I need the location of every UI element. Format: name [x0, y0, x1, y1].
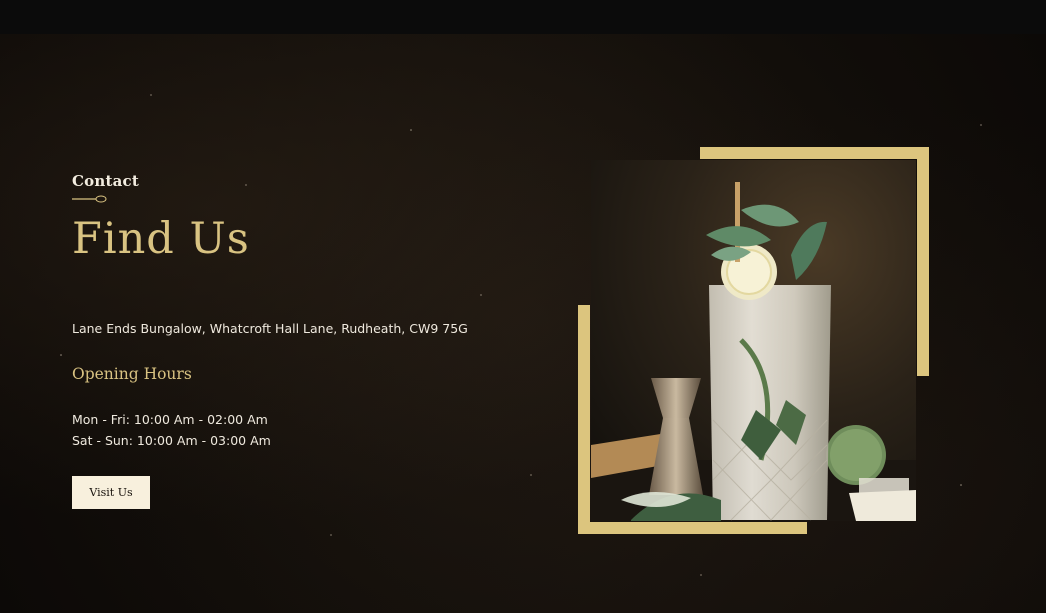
section-eyebrow: Contact: [72, 172, 139, 190]
address-text: Lane Ends Bungalow, Whatcroft Hall Lane,…: [72, 321, 468, 336]
ornament-divider-icon: [72, 195, 107, 203]
contact-section: Contact Find Us Lane Ends Bungalow, What…: [0, 34, 1046, 613]
dust-speck: [330, 534, 332, 536]
dust-speck: [245, 184, 247, 186]
page-title: Find Us: [72, 214, 250, 264]
hours-weekdays: Mon - Fri: 10:00 Am - 02:00 Am: [72, 412, 268, 427]
dust-speck: [150, 94, 152, 96]
dust-speck: [700, 574, 702, 576]
cocktail-illustration: [591, 160, 916, 521]
visit-us-button[interactable]: Visit Us: [72, 476, 150, 509]
dust-speck: [960, 484, 962, 486]
top-bar: [0, 0, 1046, 34]
hours-weekends: Sat - Sun: 10:00 Am - 03:00 Am: [72, 433, 271, 448]
dust-speck: [60, 354, 62, 356]
dust-speck: [480, 294, 482, 296]
dust-speck: [410, 129, 412, 131]
dust-speck: [530, 474, 532, 476]
cocktail-photo: [591, 160, 916, 521]
dust-speck: [980, 124, 982, 126]
opening-hours-heading: Opening Hours: [72, 365, 192, 383]
